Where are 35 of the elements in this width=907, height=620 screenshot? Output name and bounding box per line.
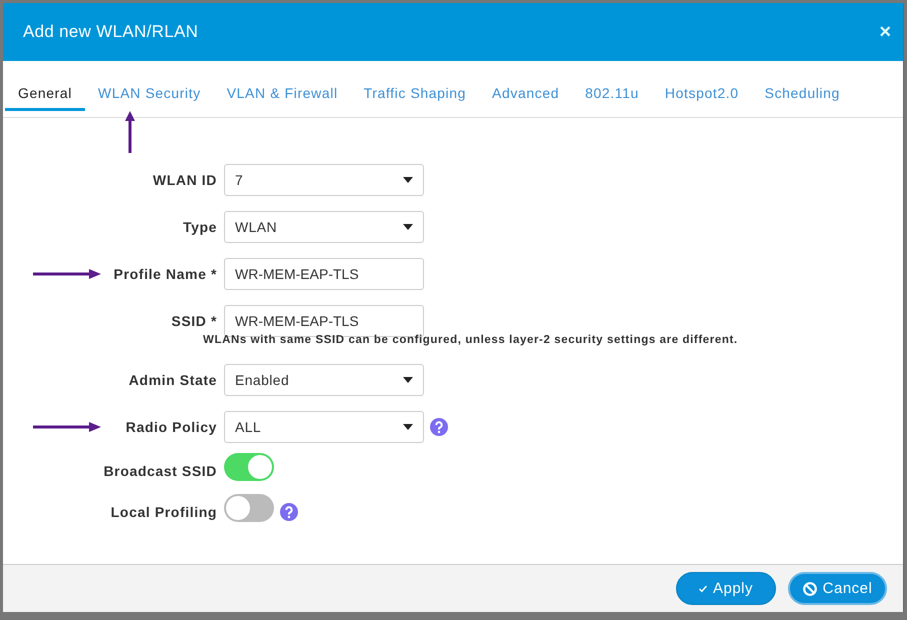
tab[interactable]: Advanced bbox=[479, 83, 572, 111]
tab[interactable]: Traffic Shaping bbox=[350, 83, 480, 111]
field-label: Admin State bbox=[128, 372, 217, 388]
caret-icon bbox=[403, 376, 413, 382]
field-label: SSID * bbox=[171, 312, 217, 328]
ban-icon bbox=[802, 582, 817, 596]
window-title: Add new WLAN/RLAN bbox=[23, 22, 198, 42]
tab[interactable]: WLAN Security bbox=[85, 83, 214, 111]
help-icon[interactable] bbox=[280, 502, 298, 520]
hint-text: WLANs with same SSID can be configured, unless layer-2 security settings are different. bbox=[203, 334, 739, 346]
tab[interactable]: VLAN & Firewall bbox=[214, 83, 351, 111]
field-label: Profile Name * bbox=[114, 266, 217, 282]
tab[interactable]: General bbox=[5, 83, 86, 111]
dropdown[interactable]: 7 bbox=[224, 164, 424, 196]
toggle-switch[interactable] bbox=[224, 452, 274, 480]
cancel-button[interactable]: Cancel bbox=[788, 572, 887, 605]
tab[interactable]: 802.11u bbox=[572, 83, 652, 111]
caret-icon bbox=[403, 424, 413, 430]
input-field[interactable]: WR-MEM-EAP-TLS bbox=[224, 258, 424, 290]
field-label: WLAN ID bbox=[152, 172, 217, 188]
apply-button[interactable]: Apply bbox=[676, 572, 776, 605]
close-button[interactable]: × bbox=[875, 20, 895, 44]
dropdown[interactable]: Enabled bbox=[224, 364, 424, 396]
tab[interactable]: Hotspot2.0 bbox=[652, 83, 752, 111]
dropdown[interactable]: ALL bbox=[224, 410, 424, 442]
field-label: Local Profiling bbox=[110, 504, 217, 520]
field-label: Radio Policy bbox=[126, 418, 217, 434]
tab[interactable]: Scheduling bbox=[752, 83, 853, 111]
help-icon[interactable] bbox=[430, 418, 448, 436]
field-label: Type bbox=[182, 218, 217, 234]
field-label: Broadcast SSID bbox=[104, 462, 217, 478]
toggle-switch[interactable] bbox=[224, 494, 274, 522]
dropdown[interactable]: WLAN bbox=[224, 210, 424, 242]
caret-icon bbox=[403, 176, 413, 182]
caret-icon bbox=[403, 224, 413, 230]
